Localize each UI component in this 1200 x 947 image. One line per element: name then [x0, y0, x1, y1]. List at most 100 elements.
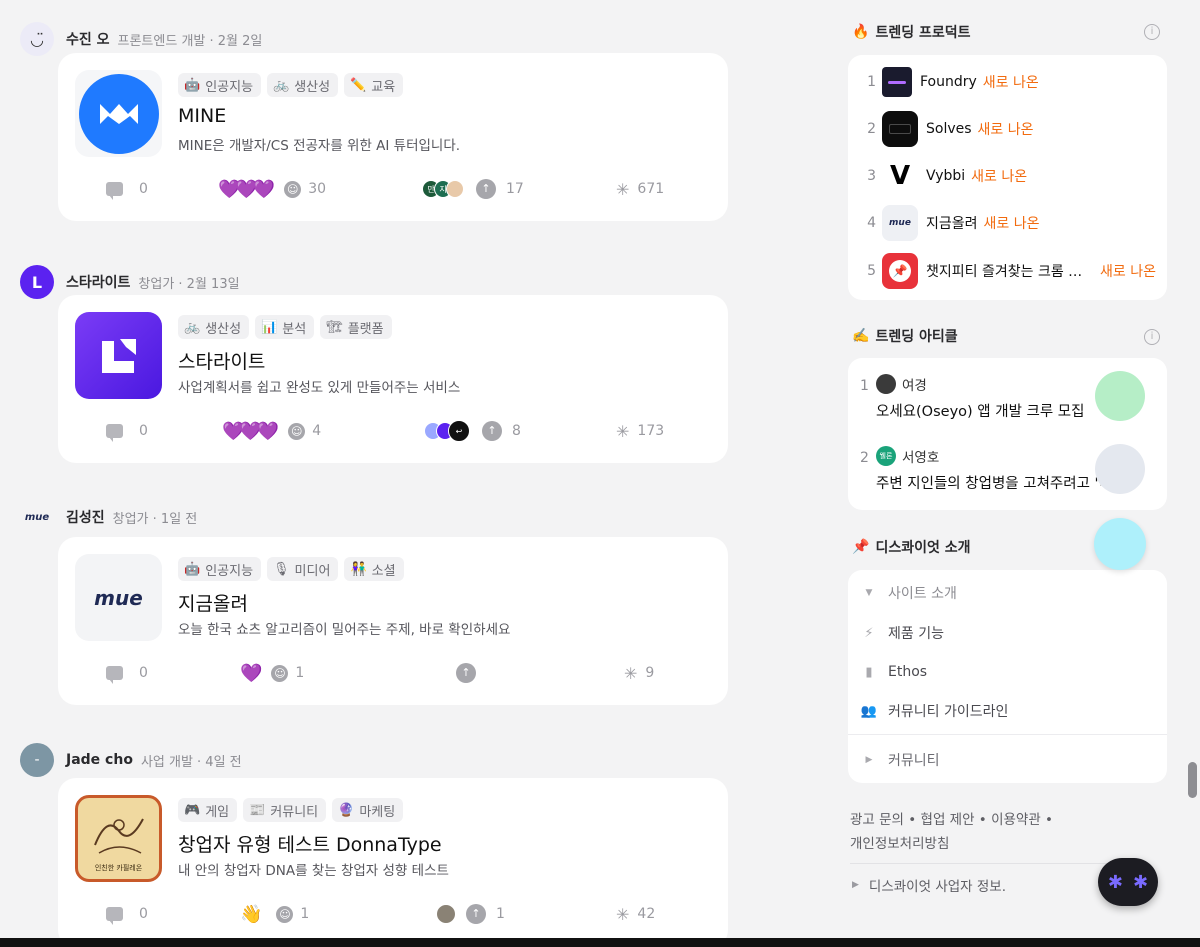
post-author[interactable]: L 스타라이트 창업가 · 2월 13일	[20, 265, 240, 299]
tag[interactable]: 🚲 생산성	[178, 315, 250, 339]
microphone-icon: 🎙	[273, 561, 290, 577]
heart-icon: 💜	[240, 662, 263, 684]
product-title[interactable]: 창업자 유형 테스트 DonnaType	[178, 830, 442, 857]
reaction-button[interactable]: 💜💜💜 ☺ 4	[222, 417, 321, 445]
tag[interactable]: 🔮 마케팅	[332, 798, 404, 822]
footer-link-partnership[interactable]: 협업 제안	[921, 812, 975, 828]
tag[interactable]: 🎮 게임	[178, 798, 238, 822]
comment-button[interactable]: 0	[106, 659, 148, 687]
reaction-button[interactable]: 💜💜💜 ☺ 30	[218, 175, 326, 203]
new-badge: 새로 나온	[1100, 264, 1156, 280]
author-meta: 창업가 · 2월 13일	[138, 276, 240, 292]
tag[interactable]: 👫 소셜	[344, 557, 404, 581]
arrow-up-icon: ↑	[482, 421, 502, 441]
product-logo: V	[882, 158, 918, 194]
upvote-button[interactable]: ↑	[456, 659, 486, 687]
reaction-button[interactable]: 💜 ☺ 1	[240, 659, 304, 687]
tag[interactable]: 📰 커뮤니티	[243, 798, 327, 822]
discoid-intro-title: 📌 디스콰이엇 소개	[852, 539, 971, 556]
stats-bar: 0 👋 ☺ 1 ↑ 1 ✳ 42	[58, 900, 728, 928]
new-badge: 새로 나온	[971, 169, 1028, 185]
tag[interactable]: 🏗 플랫폼	[320, 315, 392, 339]
footer-link-terms[interactable]: 이용약관	[991, 812, 1041, 828]
menu-item-features[interactable]: ⚡ 제품 기능	[860, 621, 944, 645]
product-thumbnail: mue	[75, 554, 162, 641]
info-icon[interactable]: i	[1144, 329, 1160, 345]
tag[interactable]: ✏️ 교육	[344, 73, 404, 97]
book-icon: ▮	[865, 664, 873, 680]
post-author[interactable]: - Jade cho 사업 개발 · 4일 전	[20, 743, 242, 777]
tag-list: 🤖 인공지능 🚲 생산성 ✏️ 교육	[178, 73, 404, 97]
crystal-ball-icon: 🔮	[338, 802, 355, 818]
comment-button[interactable]: 0	[106, 417, 148, 445]
tag[interactable]: 🚲 생산성	[267, 73, 339, 97]
divider	[850, 863, 1140, 864]
trending-product-item[interactable]: 5 📌 챗지피티 즐겨찾는 크롬 확... 새로 나온	[848, 251, 1167, 291]
product-thumbnail: 인친한 카필레온	[75, 795, 162, 882]
product-card[interactable]: mue 🤖 인공지능 🎙 미디어 👫 소셜 지금올려 오늘 한국 쇼츠 알고리즘이 밀…	[58, 537, 728, 705]
footer-link-privacy[interactable]: 개인정보처리방침	[850, 836, 949, 852]
product-title[interactable]: MINE	[178, 105, 226, 127]
trending-articles-title: ✍️ 트렌딩 아티클	[852, 328, 958, 345]
trending-product-item[interactable]: 1 Foundry 새로 나온	[848, 62, 1167, 102]
menu-item-guidelines[interactable]: 👥 커뮤니티 가이드라인	[860, 699, 1008, 723]
arrow-up-icon: ↑	[476, 179, 496, 199]
comment-button[interactable]: 0	[106, 175, 148, 203]
menu-item-ethos[interactable]: ▮ Ethos	[860, 660, 927, 684]
robot-icon: 🤖	[184, 77, 201, 93]
product-title[interactable]: 스타라이트	[178, 347, 265, 374]
author-name: 김성진	[66, 510, 105, 526]
upvote-button[interactable]: 만 지 ↑ 17	[422, 175, 524, 203]
info-icon[interactable]: i	[1144, 24, 1160, 40]
cursor-click-icon: ✳	[624, 663, 638, 683]
crane-icon: 🏗	[326, 319, 343, 335]
author-avatar: 웰론	[876, 446, 896, 466]
tag[interactable]: 📊 분석	[255, 315, 315, 339]
post-author[interactable]: ◡̈ 수진 오 프론트엔드 개발 · 2월 2일	[20, 22, 262, 56]
stats-bar: 0 💜💜💜 ☺ 4 ↩ ↑ 8 ✳ 173	[58, 417, 728, 445]
post-author[interactable]: mue 김성진 창업가 · 1일 전	[20, 500, 197, 534]
product-thumbnail	[75, 312, 162, 399]
click-count: ✳ 671	[616, 179, 665, 199]
smile-icon: ☺	[288, 422, 306, 440]
tag-list: 🚲 생산성 📊 분석 🏗 플랫폼	[178, 315, 392, 339]
bot-eye-icon: ✱	[1107, 871, 1123, 893]
community-toggle[interactable]: ▶ 커뮤니티	[860, 748, 940, 772]
caret-down-icon: ▼	[865, 588, 873, 598]
product-card[interactable]: 🚲 생산성 📊 분석 🏗 플랫폼 스타라이트 사업계획서를 쉽고 완성도 있게 만들어…	[58, 295, 728, 463]
floating-bubble	[1095, 371, 1145, 421]
site-intro-toggle[interactable]: ▼ 사이트 소개	[860, 581, 957, 605]
footer-link-ads[interactable]: 광고 문의	[850, 812, 904, 828]
scrollbar-thumb[interactable]	[1188, 762, 1197, 798]
upvote-button[interactable]: ↩ ↑ 8	[424, 417, 521, 445]
comment-button[interactable]: 0	[106, 900, 148, 928]
tag-list: 🤖 인공지능 🎙 미디어 👫 소셜	[178, 557, 404, 581]
upvote-button[interactable]: ↑ 1	[436, 900, 505, 928]
lightning-icon: ⚡	[864, 625, 874, 641]
chart-icon: 📊	[261, 319, 278, 335]
product-logo	[882, 67, 912, 97]
tag[interactable]: 🎙 미디어	[267, 557, 339, 581]
trending-product-item[interactable]: 2 Solves 새로 나온	[848, 109, 1167, 149]
tag[interactable]: 🤖 인공지능	[178, 557, 262, 581]
product-thumbnail	[75, 70, 162, 157]
product-card[interactable]: 인친한 카필레온 🎮 게임 📰 커뮤니티 🔮 마케팅 창업자 유형 테스트 Donna…	[58, 778, 728, 947]
stats-bar: 0 💜💜💜 ☺ 30 만 지 ↑ 17 ✳ 671	[58, 175, 728, 203]
chatbot-launcher-button[interactable]: ✱ ✱	[1098, 858, 1158, 906]
product-logo: mue	[882, 205, 918, 241]
comment-icon	[106, 424, 123, 442]
tag[interactable]: 🤖 인공지능	[178, 73, 262, 97]
product-description: MINE은 개발자/CS 전공자를 위한 AI 튜터입니다.	[178, 138, 461, 154]
floating-bubble	[1094, 518, 1146, 570]
reaction-button[interactable]: 👋 ☺ 1	[240, 900, 309, 928]
new-badge: 새로 나온	[977, 122, 1034, 138]
trending-product-item[interactable]: 3 V Vybbi 새로 나온	[848, 156, 1167, 196]
product-card[interactable]: 🤖 인공지능 🚲 생산성 ✏️ 교육 MINE MINE은 개발자/CS 전공자를 위…	[58, 53, 728, 221]
newspaper-icon: 📰	[249, 802, 266, 818]
trending-product-item[interactable]: 4 mue 지금올려 새로 나온	[848, 203, 1167, 243]
business-info-toggle[interactable]: ▶ 디스콰이엇 사업자 정보.	[852, 875, 1006, 895]
author-meta: 사업 개발 · 4일 전	[140, 754, 242, 770]
author-name: 수진 오	[66, 32, 110, 48]
waving-hand-icon: 👋	[240, 903, 263, 925]
product-title[interactable]: 지금올려	[178, 589, 248, 616]
